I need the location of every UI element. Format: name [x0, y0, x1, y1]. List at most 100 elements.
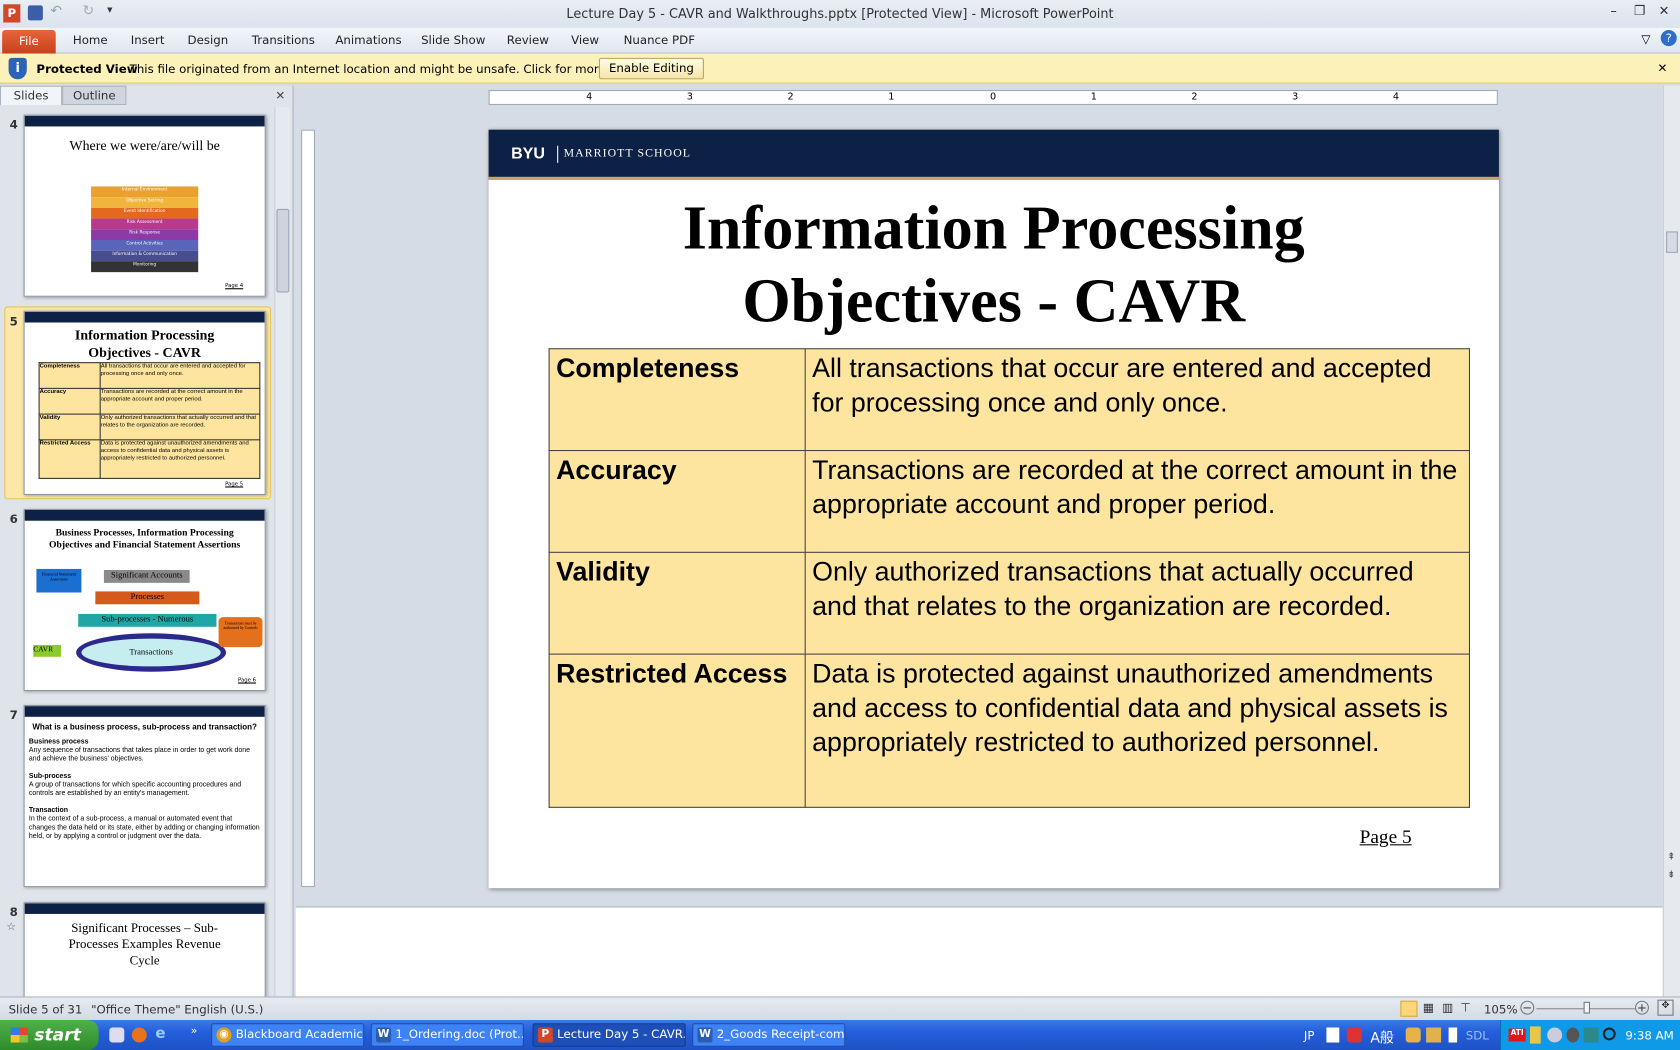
slide-number: 8 — [9, 905, 18, 920]
slide-thumbnail-8[interactable]: Significant Processes – Sub-Processes Ex… — [23, 902, 266, 1010]
clock[interactable]: 9:38 AM — [1625, 1029, 1673, 1043]
zoom-level[interactable]: 105% — [1484, 1003, 1518, 1017]
task-ordering-doc[interactable]: W 1_Ordering.doc (Prot... — [370, 1023, 524, 1047]
tab-insert[interactable]: Insert — [131, 33, 165, 47]
slide-number: 6 — [9, 512, 18, 527]
eye-icon[interactable] — [1583, 1027, 1599, 1043]
slide-header-band: BYU MARRIOTT SCHOOL — [488, 129, 1499, 181]
panel-scroll-thumb[interactable] — [276, 208, 290, 293]
system-tray: ATI 9:38 AM — [1500, 1020, 1680, 1050]
school-name: MARRIOTT SCHOOL — [563, 146, 692, 160]
tray-red-icon[interactable] — [1346, 1027, 1362, 1043]
title-bar: P ↶ ↻ ▾ Lecture Day 5 - CAVR and Walkthr… — [0, 0, 1680, 28]
slide-number: 7 — [9, 708, 18, 723]
security-icon[interactable] — [1530, 1026, 1541, 1044]
show-desktop-icon[interactable] — [109, 1027, 125, 1043]
slide-thumbnail-5[interactable]: Information Processing Objectives - CAVR… — [23, 310, 266, 496]
tray-doc-icon[interactable] — [1448, 1027, 1458, 1043]
tab-transitions[interactable]: Transitions — [252, 33, 315, 47]
language-indicator[interactable]: JP — [1304, 1029, 1315, 1043]
minimize-ribbon-icon[interactable]: ▽ — [1641, 32, 1650, 46]
vertical-ruler[interactable] — [301, 129, 316, 888]
restore-button[interactable]: ❐ — [1634, 3, 1646, 18]
tab-nuance-pdf[interactable]: Nuance PDF — [624, 33, 695, 47]
help-icon[interactable]: ? — [1660, 30, 1677, 47]
slides-panel: Slides Outline ✕ 4 Where we were/are/wil… — [0, 85, 294, 1010]
slide-thumbnail-7[interactable]: What is a business process, sub-process … — [23, 705, 266, 888]
notes-scrollbar[interactable] — [1662, 906, 1680, 997]
status-bar: Slide 5 of 31 "Office Theme" English (U.… — [0, 996, 1680, 1021]
slide-scrollbar[interactable]: ⇞ ⇟ — [1662, 85, 1680, 907]
internet-explorer-icon[interactable]: e — [155, 1025, 165, 1042]
reading-view-icon[interactable]: ▥ — [1442, 1001, 1453, 1015]
thumb-title: Where we were/are/will be — [69, 137, 220, 154]
slide-sorter-icon[interactable]: ▦ — [1423, 1001, 1434, 1015]
slide-show-icon[interactable]: ⊤ — [1460, 1001, 1470, 1015]
close-bar-icon[interactable]: ✕ — [1658, 61, 1668, 75]
coso-cube: Internal Environment Objective Setting E… — [91, 186, 199, 273]
tab-outline[interactable]: Outline — [62, 85, 127, 106]
tray-tools-icon[interactable] — [1405, 1027, 1421, 1043]
previous-slide-icon[interactable]: ⇞ — [1667, 852, 1675, 863]
language[interactable]: English (U.S.) — [184, 1003, 263, 1017]
zoom-in-button[interactable]: + — [1635, 1000, 1649, 1015]
tab-view[interactable]: View — [571, 33, 599, 47]
search-tray-icon[interactable] — [1602, 1027, 1616, 1041]
task-powerpoint-active[interactable]: P Lecture Day 5 - CAVR... — [532, 1023, 686, 1047]
table-row: Completeness All transactions that occur … — [548, 348, 1471, 452]
tray-notepad-icon[interactable] — [1326, 1027, 1340, 1043]
page-number-link[interactable]: Page 5 — [1360, 826, 1412, 849]
zoom-out-button[interactable]: − — [1520, 1000, 1535, 1015]
tab-home[interactable]: Home — [73, 33, 108, 47]
ati-icon[interactable]: ATI — [1508, 1028, 1526, 1042]
animation-star-icon: ☆ — [6, 921, 17, 934]
more-quicklaunch-icon[interactable]: » — [191, 1025, 198, 1037]
windows-taskbar: start e » ◉ Blackboard Academic ... W 1_Or… — [0, 1020, 1680, 1050]
slide-title[interactable]: Information Processing Objectives - CAVR — [489, 192, 1499, 338]
close-panel-icon[interactable]: ✕ — [275, 89, 285, 103]
protected-view-bar[interactable]: i Protected View This file originated fr… — [0, 53, 1680, 84]
slide-canvas[interactable]: BYU MARRIOTT SCHOOL Information Processi… — [488, 129, 1499, 889]
notes-pane[interactable] — [295, 906, 1663, 997]
file-tab[interactable]: File — [2, 30, 56, 54]
ime-indicator[interactable]: A般 — [1370, 1026, 1393, 1047]
minimize-button[interactable]: – — [1610, 3, 1616, 18]
slide-number: 4 — [9, 117, 18, 132]
tab-slide-show[interactable]: Slide Show — [421, 33, 485, 47]
shield-info-icon: i — [8, 57, 27, 80]
normal-view-icon[interactable] — [1400, 1000, 1418, 1017]
powerpoint-window: P ↶ ↻ ▾ Lecture Day 5 - CAVR and Walkthr… — [0, 0, 1680, 1050]
thumb-table: Completeness All transactions that occur … — [38, 362, 261, 479]
close-button[interactable]: ✕ — [1659, 3, 1670, 18]
network-icon[interactable] — [1547, 1027, 1563, 1043]
next-slide-icon[interactable]: ⇟ — [1667, 870, 1675, 881]
task-blackboard[interactable]: ◉ Blackboard Academic ... — [211, 1023, 365, 1047]
slide-scroll-thumb[interactable] — [1666, 231, 1678, 253]
sdl-indicator[interactable]: SDL — [1466, 1029, 1489, 1043]
slide-thumbnail-4[interactable]: Where we were/are/will be Internal Envir… — [23, 114, 266, 297]
byu-logo: BYU — [511, 144, 546, 163]
horizontal-ruler[interactable]: 4 3 2 1 0 1 2 3 4 — [488, 90, 1498, 106]
tab-review[interactable]: Review — [507, 33, 549, 47]
table-row: Validity Only authorized transactions tha… — [548, 551, 1471, 655]
protected-view-message[interactable]: This file originated from an Internet lo… — [130, 62, 653, 76]
panel-scrollbar[interactable] — [274, 107, 291, 997]
theme-name[interactable]: "Office Theme" — [91, 1003, 181, 1017]
task-goods-receipt[interactable]: W 2_Goods Receipt-com... — [692, 1023, 846, 1047]
volume-icon[interactable] — [1566, 1027, 1580, 1043]
fit-to-window-icon[interactable]: ✥ — [1657, 999, 1674, 1016]
table-row: Restricted Access Data is protected again… — [548, 653, 1471, 808]
zoom-slider-thumb[interactable] — [1583, 1001, 1590, 1014]
cavr-table[interactable]: Completeness All transactions that occur … — [548, 348, 1471, 808]
slide-thumbnail-6[interactable]: Business Processes, Information Processi… — [23, 508, 266, 692]
firefox-icon[interactable] — [131, 1027, 147, 1043]
enable-editing-button[interactable]: Enable Editing — [598, 57, 704, 80]
windows-logo-icon — [10, 1027, 28, 1043]
window-title: Lecture Day 5 - CAVR and Walkthroughs.pp… — [566, 6, 1114, 22]
tray-box-icon[interactable] — [1426, 1027, 1442, 1043]
ribbon-tabs: File Home Insert Design Transitions Anim… — [0, 27, 1680, 54]
tab-slides[interactable]: Slides — [0, 85, 63, 106]
table-row: Accuracy Transactions are recorded at the… — [548, 450, 1471, 553]
tab-design[interactable]: Design — [188, 33, 229, 47]
tab-animations[interactable]: Animations — [335, 33, 401, 47]
